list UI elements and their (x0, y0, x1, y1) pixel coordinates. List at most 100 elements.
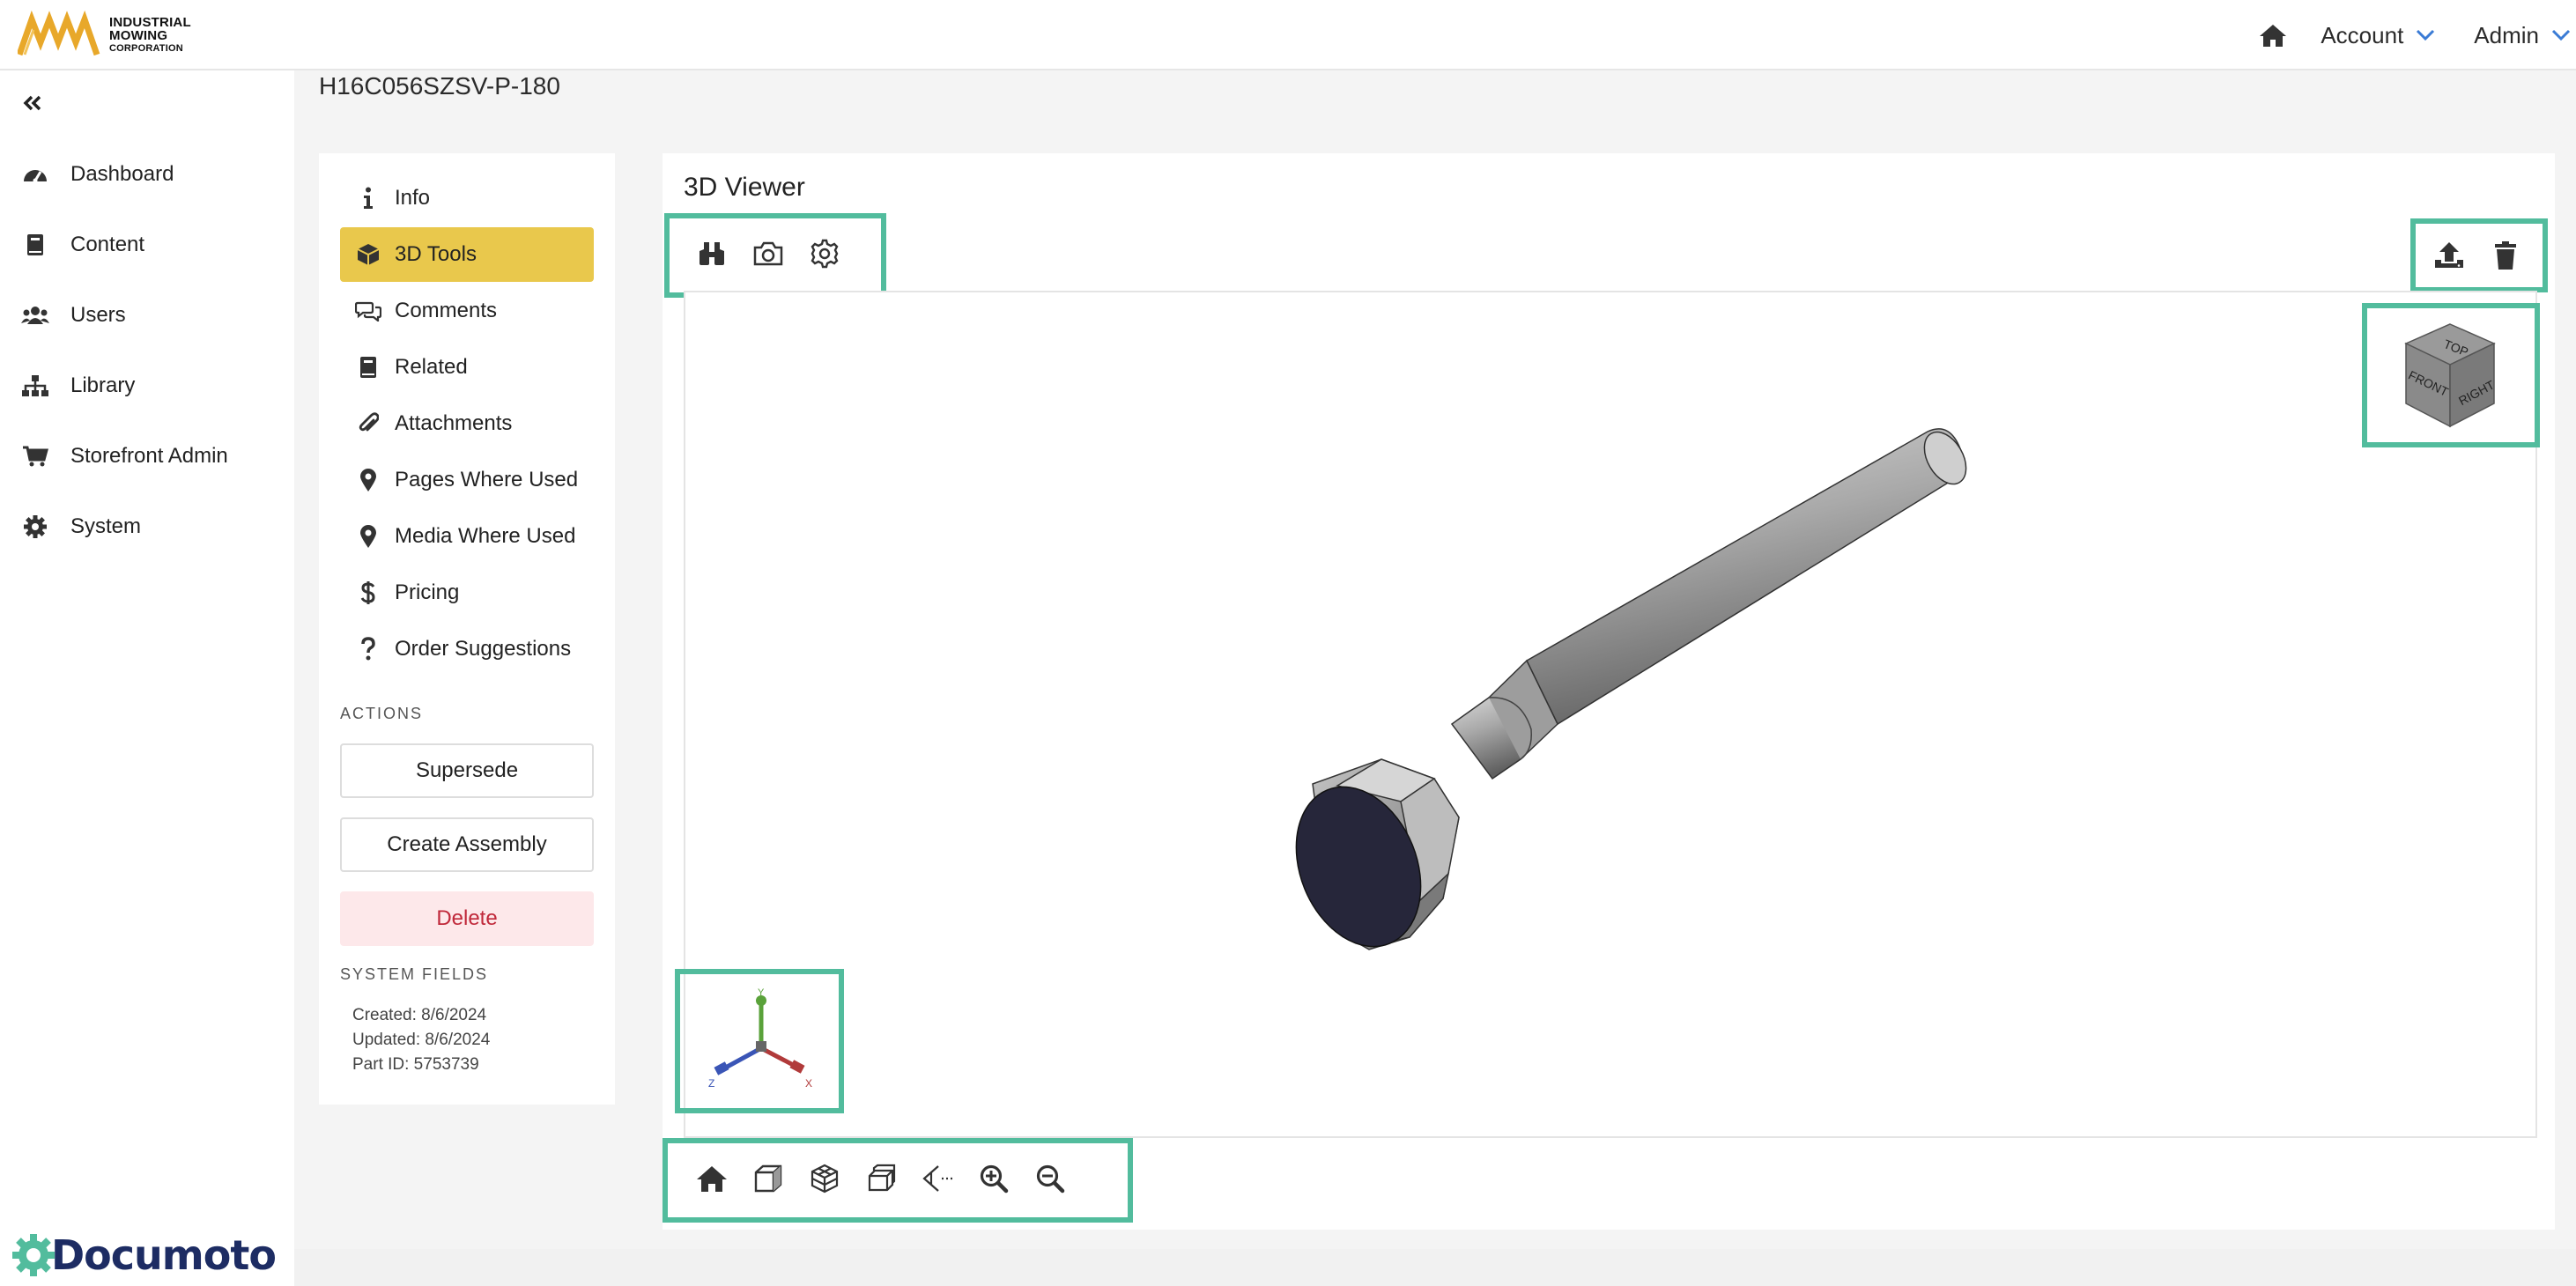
chevron-down-icon (2417, 29, 2435, 41)
bolt-model[interactable] (685, 292, 2539, 1140)
cube-solid-icon (754, 1164, 782, 1193)
solid-view-button[interactable] (749, 1159, 788, 1198)
system-fields-heading: SYSTEM FIELDS (340, 965, 489, 983)
upload-model-button[interactable] (2430, 236, 2469, 275)
clip-plane-button[interactable] (918, 1159, 957, 1198)
sidebar-item-label: Library (70, 373, 136, 397)
subnav-item-pricing[interactable]: Pricing (340, 565, 594, 620)
snapshot-button[interactable] (749, 234, 788, 273)
company-logo[interactable]: INDUSTRIAL MOWING CORPORATION (18, 9, 211, 62)
sidebar-item-content[interactable]: Content (19, 225, 284, 264)
subnav-item-3d-tools[interactable]: 3D Tools (340, 227, 594, 282)
part-subnav-panel: Info 3D Tools Comments Related Attachmen… (319, 153, 615, 1105)
viewer-settings-button[interactable] (805, 234, 844, 273)
map-marker-icon (360, 469, 376, 491)
top-right-menu: Account Admin (2255, 0, 2576, 70)
admin-menu[interactable]: Admin (2474, 22, 2571, 49)
actions-heading: ACTIONS (340, 705, 424, 722)
question-icon (361, 637, 375, 661)
logo-line-1: INDUSTRIAL (109, 14, 191, 30)
subnav-item-pages-where-used[interactable]: Pages Where Used (340, 453, 594, 507)
create-assembly-button[interactable]: Create Assembly (340, 817, 594, 872)
zoom-in-icon (980, 1164, 1009, 1194)
book-icon (360, 357, 376, 378)
created-date: Created: 8/6/2024 (352, 1006, 487, 1024)
find-tool-button[interactable] (692, 234, 731, 273)
gear-icon (24, 515, 47, 538)
users-icon (21, 307, 49, 324)
top-bar: INDUSTRIAL MOWING CORPORATION Account Ad… (0, 0, 2576, 70)
info-icon (364, 187, 373, 209)
reset-view-button[interactable] (692, 1159, 731, 1198)
sidebar-item-dashboard[interactable]: Dashboard (19, 155, 284, 194)
zoom-out-button[interactable] (1031, 1159, 1070, 1198)
zoom-in-button[interactable] (974, 1159, 1013, 1198)
wireframe-view-button[interactable] (805, 1159, 844, 1198)
sidebar-item-label: Users (70, 303, 126, 327)
logo-text: INDUSTRIAL MOWING CORPORATION (109, 16, 191, 55)
upload-icon (2435, 242, 2463, 268)
viewer-title: 3D Viewer (684, 173, 805, 202)
dashboard-icon (24, 170, 47, 183)
home-icon (697, 1166, 727, 1192)
sidebar-item-label: Storefront Admin (70, 444, 228, 468)
logo-line-2: MOWING (109, 27, 168, 43)
subnav-item-media-where-used[interactable]: Media Where Used (340, 509, 594, 564)
view-cube[interactable]: TOP FRONT RIGHT (2393, 317, 2507, 432)
subnav-item-label: Attachments (395, 411, 513, 435)
collapse-sidebar-button[interactable] (19, 90, 46, 116)
subnav-item-label: Comments (395, 299, 498, 322)
cart-icon (23, 446, 48, 467)
z-axis-label: Z (708, 1077, 714, 1090)
dollar-icon (360, 581, 375, 604)
paperclip-icon (359, 412, 379, 432)
home-button[interactable] (2255, 18, 2291, 53)
subnav-item-label: 3D Tools (395, 242, 477, 266)
zoom-out-icon (1036, 1164, 1065, 1194)
logo-mark-icon (18, 11, 100, 56)
account-menu[interactable]: Account (2321, 22, 2435, 49)
admin-label: Admin (2474, 21, 2539, 48)
y-axis-label: Y (758, 987, 765, 998)
sidebar-item-storefront-admin[interactable]: Storefront Admin (19, 437, 284, 476)
subnav-item-attachments[interactable]: Attachments (340, 396, 594, 451)
chevron-down-icon (2551, 29, 2571, 41)
supersede-button[interactable]: Supersede (340, 743, 594, 798)
part-id: Part ID: 5753739 (352, 1055, 479, 1074)
x-axis-label: X (805, 1077, 812, 1090)
section-view-button[interactable] (862, 1159, 900, 1198)
sidebar-item-label: Dashboard (70, 162, 174, 186)
subnav-item-related[interactable]: Related (340, 340, 594, 395)
sitemap-icon (22, 375, 48, 396)
sidebar-item-users[interactable]: Users (19, 296, 284, 335)
subnav-item-info[interactable]: Info (340, 171, 594, 225)
cube-wire-icon (811, 1164, 839, 1194)
eye-section-icon (922, 1165, 952, 1192)
sidebar-item-system[interactable]: System (19, 507, 284, 546)
updated-date: Updated: 8/6/2024 (352, 1031, 491, 1049)
subnav-item-order-suggestions[interactable]: Order Suggestions (340, 622, 594, 676)
documoto-logo: Documoto (9, 1224, 277, 1286)
sidebar-item-label: Content (70, 233, 145, 256)
camera-icon (753, 241, 783, 266)
axes-triad: Y X Z (708, 987, 812, 1090)
book-icon (27, 234, 43, 255)
trash-icon (2495, 241, 2516, 270)
viewer-panel: 3D Viewer Y X Z (663, 153, 2555, 1230)
subnav-item-label: Related (395, 355, 468, 379)
brand-name: Documoto (51, 1231, 277, 1279)
sidebar-item-library[interactable]: Library (19, 366, 284, 405)
page-title: H16C056SZSV-P-180 (319, 72, 560, 100)
comments-icon (355, 301, 381, 322)
sidebar: Dashboard Content Users Library Storefro… (0, 70, 294, 1286)
binoculars-icon (700, 242, 724, 265)
delete-button[interactable]: Delete (340, 891, 594, 946)
double-chevron-left-icon (23, 95, 41, 111)
3d-viewport[interactable] (684, 291, 2537, 1138)
delete-model-button[interactable] (2486, 236, 2525, 275)
account-label: Account (2321, 21, 2404, 48)
cube-icon (357, 244, 380, 265)
subnav-item-comments[interactable]: Comments (340, 284, 594, 338)
cube-section-icon (868, 1164, 896, 1192)
map-marker-icon (360, 525, 376, 548)
